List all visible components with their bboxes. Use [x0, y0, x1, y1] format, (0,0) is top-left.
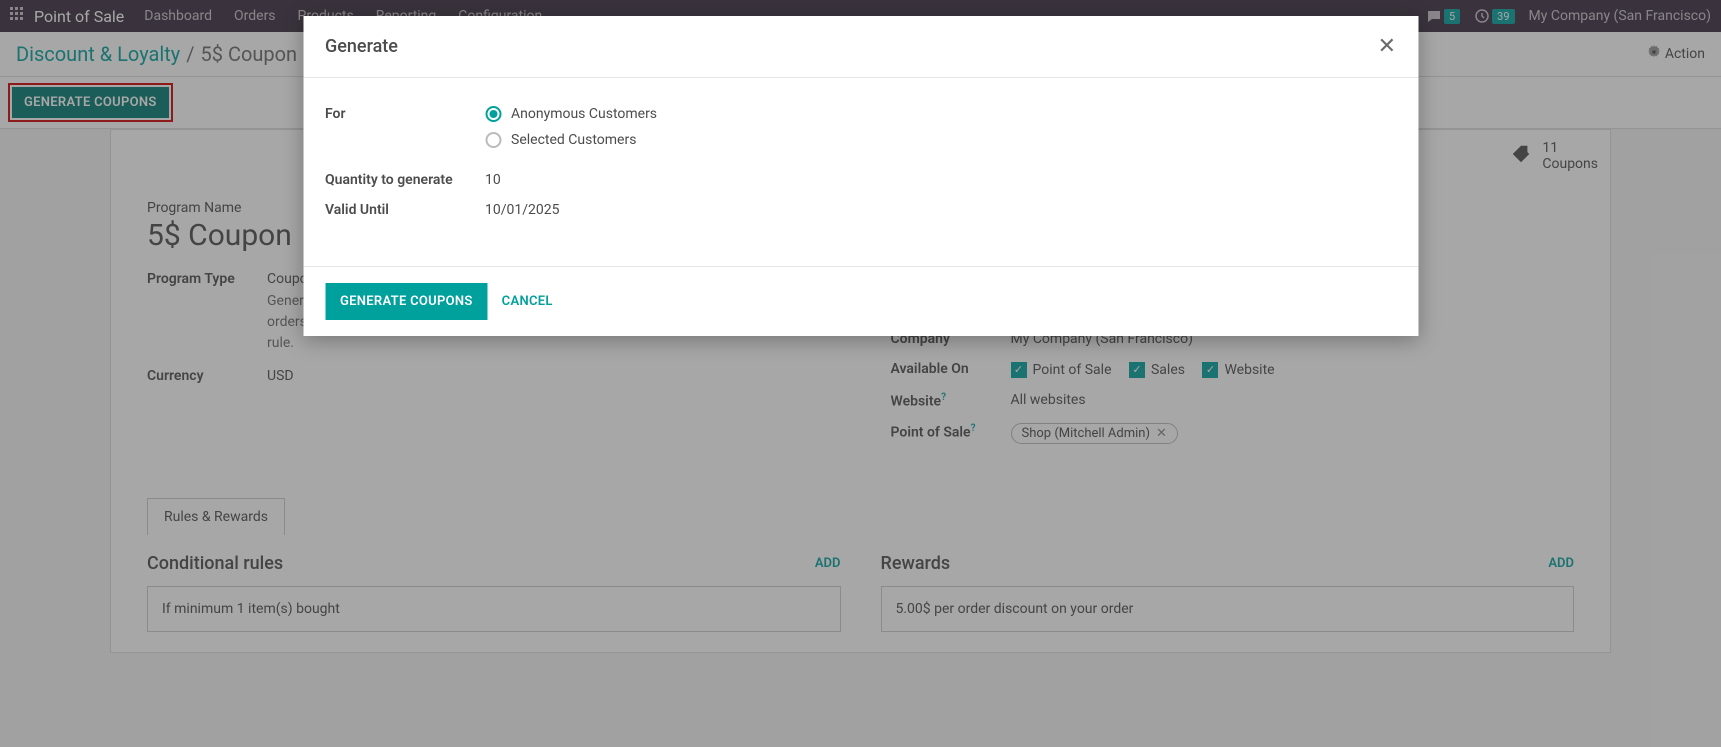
qty-label: Quantity to generate [325, 172, 485, 188]
close-icon[interactable]: ✕ [1378, 34, 1396, 59]
radio-icon [485, 106, 501, 122]
generate-coupons-submit[interactable]: GENERATE COUPONS [325, 283, 488, 320]
for-label: For [325, 106, 485, 122]
modal-title: Generate [325, 36, 398, 57]
generate-modal: Generate ✕ For Anonymous Customers Selec… [303, 16, 1418, 336]
cancel-button[interactable]: CANCEL [502, 294, 553, 309]
valid-label: Valid Until [325, 202, 485, 218]
qty-value[interactable]: 10 [485, 172, 501, 188]
radio-selected[interactable]: Selected Customers [485, 132, 657, 148]
radio-anonymous[interactable]: Anonymous Customers [485, 106, 657, 122]
radio-icon [485, 132, 501, 148]
valid-value[interactable]: 10/01/2025 [485, 202, 560, 218]
